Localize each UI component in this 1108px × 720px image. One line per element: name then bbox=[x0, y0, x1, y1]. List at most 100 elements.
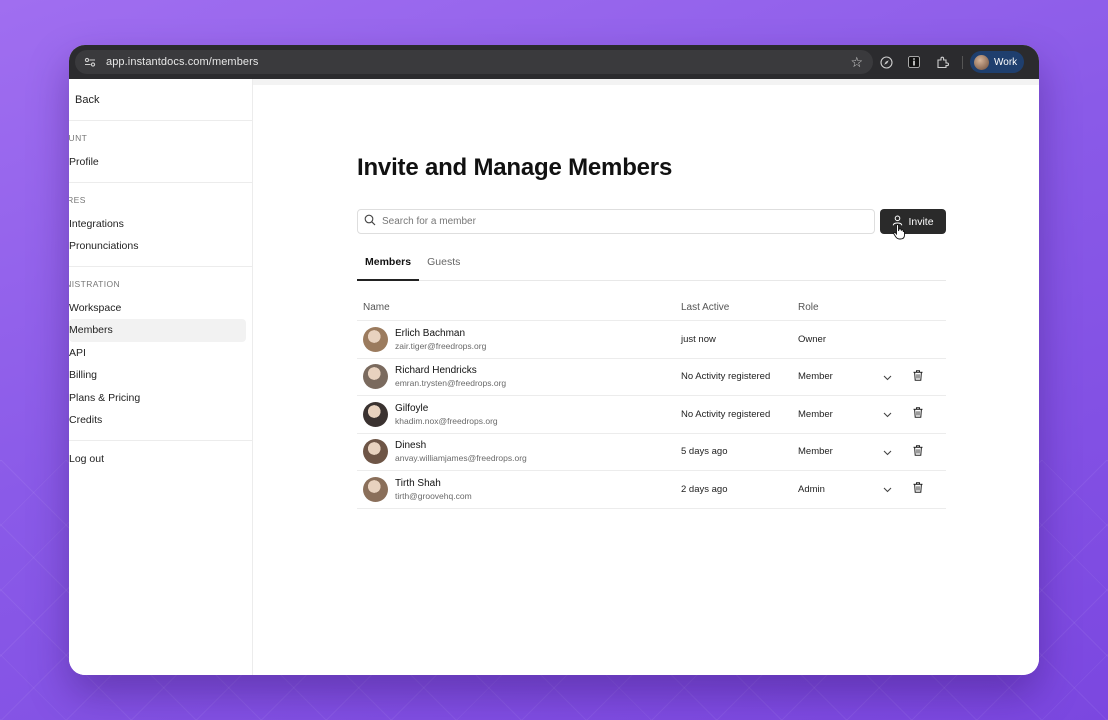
member-cell: Dinesh anvay.williamjames@freedrops.org bbox=[357, 439, 681, 465]
avatar bbox=[363, 476, 388, 502]
sidebar-section: MINISTRATION WorkspaceMembersAPIBillingPl… bbox=[69, 267, 252, 441]
tab-guests[interactable]: Guests bbox=[419, 251, 468, 281]
page-title: Invite and Manage Members bbox=[357, 154, 673, 181]
member-role[interactable]: Member bbox=[798, 446, 872, 457]
sidebar-item-integrations[interactable]: Integrations bbox=[69, 213, 246, 236]
chevron-down-icon[interactable] bbox=[883, 443, 892, 461]
member-info: Gilfoyle khadim.nox@freedrops.org bbox=[395, 402, 498, 427]
address-bar[interactable]: app.instantdocs.com/members ☆ bbox=[75, 50, 873, 74]
role-dropdown[interactable] bbox=[872, 480, 903, 498]
table-row: Gilfoyle khadim.nox@freedrops.org No Act… bbox=[357, 396, 946, 434]
member-role[interactable]: Member bbox=[798, 409, 872, 420]
column-header-name: Name bbox=[363, 302, 390, 313]
member-info: Richard Hendricks emran.trysten@freedrop… bbox=[395, 364, 506, 389]
avatar bbox=[363, 326, 388, 352]
member-last-active: just now bbox=[681, 333, 716, 345]
invite-label: Invite bbox=[908, 215, 934, 228]
member-name: Richard Hendricks bbox=[395, 365, 477, 377]
chevron-down-icon[interactable] bbox=[883, 480, 892, 498]
avatar bbox=[363, 401, 388, 427]
back-link[interactable]: Back bbox=[69, 79, 252, 121]
sidebar-section: COUNT Profile bbox=[69, 121, 252, 183]
browser-toolbar: app.instantdocs.com/members ☆ Work bbox=[69, 45, 1039, 79]
table-row: Erlich Bachman zair.tiger@freedrops.org … bbox=[357, 321, 946, 359]
role-dropdown[interactable] bbox=[872, 368, 903, 386]
search-input[interactable] bbox=[382, 216, 862, 227]
sidebar-item-plans-pricing[interactable]: Plans & Pricing bbox=[69, 387, 246, 410]
member-email: emran.trysten@freedrops.org bbox=[395, 378, 507, 389]
trash-icon[interactable] bbox=[913, 443, 923, 461]
invite-button[interactable]: Invite bbox=[880, 209, 946, 234]
trash-icon[interactable] bbox=[913, 480, 923, 498]
site-settings-icon[interactable] bbox=[83, 55, 97, 69]
sidebar-sections: COUNT Profile TURES IntegrationsPronunciati… bbox=[69, 121, 252, 441]
member-role[interactable]: Member bbox=[798, 371, 872, 382]
search-icon bbox=[364, 213, 376, 231]
members-table: Name Last Active Role Erlich Bachman zai… bbox=[357, 295, 946, 509]
delete-member[interactable] bbox=[903, 443, 933, 461]
profile-avatar bbox=[974, 54, 989, 70]
sidebar-section: TURES IntegrationsPronunciations bbox=[69, 183, 252, 267]
member-cell: Erlich Bachman zair.tiger@freedrops.org bbox=[357, 326, 681, 352]
sidebar-item-members[interactable]: Members bbox=[69, 319, 246, 342]
member-role[interactable]: Admin bbox=[798, 484, 872, 495]
table-row: Richard Hendricks emran.trysten@freedrop… bbox=[357, 359, 946, 396]
sidebar-item-profile[interactable]: Profile bbox=[69, 151, 246, 174]
member-name: Erlich Bachman bbox=[395, 327, 466, 339]
sidebar-item-billing[interactable]: Billing bbox=[69, 364, 246, 387]
column-header-last-active: Last Active bbox=[681, 302, 730, 313]
delete-member[interactable] bbox=[903, 368, 933, 386]
main-content: Invite and Manage Members Invite Members… bbox=[253, 79, 1039, 675]
table-row: Tirth Shah tirth@groovehq.com 2 days ago… bbox=[357, 471, 946, 509]
member-info: Tirth Shah tirth@groovehq.com bbox=[395, 477, 472, 502]
sidebar-item-api[interactable]: API bbox=[69, 342, 246, 365]
chevron-down-icon[interactable] bbox=[883, 368, 892, 386]
tab-members[interactable]: Members bbox=[357, 251, 420, 281]
profile-label: Work bbox=[994, 56, 1018, 68]
role-dropdown[interactable] bbox=[872, 443, 903, 461]
hand-cursor-icon bbox=[893, 224, 905, 240]
delete-member[interactable] bbox=[903, 480, 933, 498]
trash-icon[interactable] bbox=[913, 405, 923, 423]
search-box[interactable] bbox=[357, 209, 875, 234]
url-text[interactable]: app.instantdocs.com/members bbox=[106, 56, 259, 68]
trash-icon[interactable] bbox=[913, 368, 923, 386]
puzzle-extensions-icon[interactable] bbox=[935, 55, 949, 69]
column-header-role: Role bbox=[798, 302, 819, 313]
sidebar: Back COUNT Profile TURES IntegrationsPronun… bbox=[69, 79, 253, 675]
member-last-active: 2 days ago bbox=[681, 483, 728, 495]
avatar bbox=[363, 364, 388, 390]
member-last-active: No Activity registered bbox=[681, 408, 771, 420]
member-cell: Tirth Shah tirth@groovehq.com bbox=[357, 476, 681, 502]
member-cell: Gilfoyle khadim.nox@freedrops.org bbox=[357, 401, 681, 427]
sidebar-section-heading: TURES bbox=[69, 194, 86, 205]
chevron-down-icon[interactable] bbox=[883, 405, 892, 423]
extension-icons bbox=[879, 45, 949, 79]
member-last-active: No Activity registered bbox=[681, 371, 771, 383]
logout-label[interactable]: Log out bbox=[69, 453, 104, 465]
sidebar-item-workspace[interactable]: Workspace bbox=[69, 297, 246, 320]
member-email: zair.tiger@freedrops.org bbox=[395, 340, 487, 351]
toolbar-divider bbox=[962, 56, 963, 69]
back-label[interactable]: Back bbox=[69, 94, 99, 106]
member-email: anvay.williamjames@freedrops.org bbox=[395, 453, 527, 464]
table-body: Erlich Bachman zair.tiger@freedrops.org … bbox=[357, 321, 946, 509]
member-email: tirth@groovehq.com bbox=[395, 490, 472, 501]
table-header: Name Last Active Role bbox=[357, 295, 946, 321]
sidebar-item-credits[interactable]: Credits bbox=[69, 409, 246, 432]
bookmark-star-icon[interactable]: ☆ bbox=[850, 54, 863, 70]
logout-link[interactable]: Log out bbox=[69, 441, 252, 465]
sidebar-item-pronunciations[interactable]: Pronunciations bbox=[69, 235, 246, 258]
app-body: Back COUNT Profile TURES IntegrationsPronun… bbox=[69, 79, 1039, 675]
profile-button[interactable]: Work bbox=[970, 51, 1024, 73]
compass-icon[interactable] bbox=[879, 55, 893, 69]
member-info: Dinesh anvay.williamjames@freedrops.org bbox=[395, 439, 527, 464]
member-last-active: 5 days ago bbox=[681, 446, 728, 458]
role-dropdown[interactable] bbox=[872, 405, 903, 423]
member-info: Erlich Bachman zair.tiger@freedrops.org bbox=[395, 327, 486, 352]
members-tabs: Members Guests bbox=[357, 251, 946, 281]
member-email: khadim.nox@freedrops.org bbox=[395, 415, 498, 426]
member-cell: Richard Hendricks emran.trysten@freedrop… bbox=[357, 364, 681, 390]
delete-member[interactable] bbox=[903, 405, 933, 423]
info-extension-icon[interactable] bbox=[907, 55, 921, 69]
